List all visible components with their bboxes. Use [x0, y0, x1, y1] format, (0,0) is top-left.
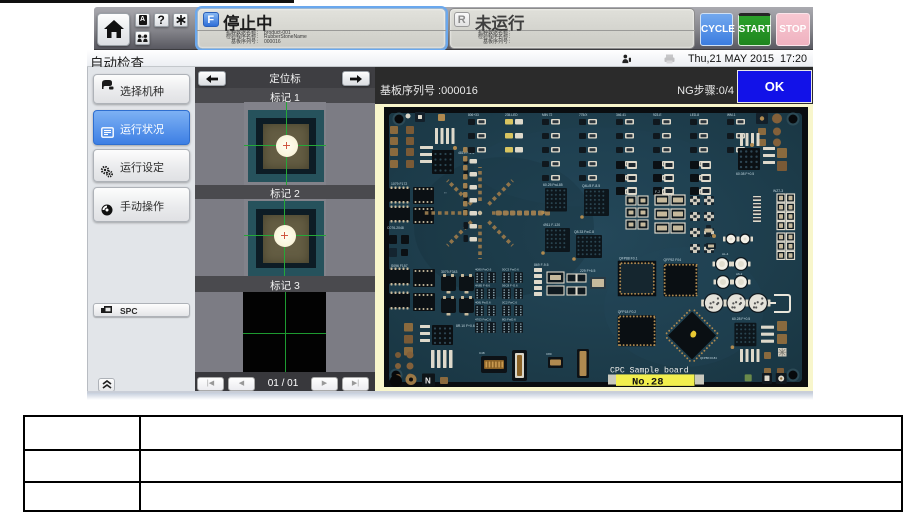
svg-text:QFP52 F04: QFP52 F04: [664, 258, 682, 262]
svg-text:0C2 FwC.6: 0C2 FwC.6: [502, 301, 517, 305]
svg-text:60.25 FwL85: 60.25 FwL85: [543, 183, 563, 187]
svg-text:C076-2048: C076-2048: [387, 226, 404, 230]
svg-text:346-41: 346-41: [616, 113, 626, 117]
svg-text:CPC Sample board: CPC Sample board: [610, 366, 689, 376]
svg-text:Q8.33 FwC.8: Q8.33 FwC.8: [574, 230, 594, 234]
svg-text:60.28 F+0.5: 60.28 F+0.5: [732, 317, 750, 321]
svg-text:QFP18 F0.2: QFP18 F0.2: [618, 310, 637, 314]
svg-text:C48: C48: [479, 351, 485, 355]
svg-text:WZ7-3: WZ7-3: [773, 189, 783, 193]
svg-text:80) FwD.6: 80) FwD.6: [502, 318, 516, 322]
svg-text:MIN 72: MIN 72: [542, 113, 553, 117]
svg-text:Q4L/8 F-8.5: Q4L/8 F-8.5: [582, 184, 600, 188]
svg-text:No.28: No.28: [632, 377, 664, 388]
svg-text:235-LED: 235-LED: [505, 113, 518, 117]
svg-text:4703 FwC.6: 4703 FwC.6: [475, 318, 492, 322]
svg-text:869 F-9.5: 869 F-9.5: [534, 263, 549, 267]
svg-text:N: N: [425, 377, 431, 386]
svg-text:QFP88 F0.1: QFP88 F0.1: [619, 257, 638, 261]
svg-text:1079 F172: 1079 F172: [391, 182, 407, 186]
svg-text:S096 F157: S096 F157: [391, 264, 408, 268]
svg-text:50C3 FwO.6: 50C3 FwO.6: [502, 268, 519, 272]
svg-text:60.08 F+0.5: 60.08 F+0.5: [736, 172, 754, 176]
svg-text:WM-1: WM-1: [727, 113, 736, 117]
svg-text:4080 FwO.6: 4080 FwO.6: [475, 268, 492, 272]
svg-text:AL-4: AL-4: [722, 252, 729, 256]
svg-text:408) FwO.6: 408) FwO.6: [475, 301, 491, 305]
svg-text:4N85 F-8.6: 4N85 F-8.6: [475, 284, 490, 288]
svg-text:806+33: 806+33: [468, 113, 479, 117]
svg-text:QFP58 F0.84: QFP58 F0.84: [700, 356, 717, 360]
svg-text:C80: C80: [546, 352, 552, 356]
svg-text:3079-F343: 3079-F343: [441, 270, 458, 274]
svg-text:56C8 F-G.6: 56C8 F-G.6: [502, 284, 518, 288]
svg-text:LED-8: LED-8: [690, 113, 699, 117]
svg-text:F-2: F-2: [655, 190, 660, 194]
svg-text:4911 F-120: 4911 F-120: [543, 223, 560, 227]
svg-text:8R.10 F+0.6: 8R.10 F+0.6: [456, 324, 475, 328]
svg-text:A6-2: A6-2: [736, 272, 743, 276]
svg-text:229 F+6.5: 229 F+6.5: [580, 269, 595, 273]
svg-text:923-E: 923-E: [653, 113, 662, 117]
svg-text:775/X: 775/X: [579, 113, 588, 117]
